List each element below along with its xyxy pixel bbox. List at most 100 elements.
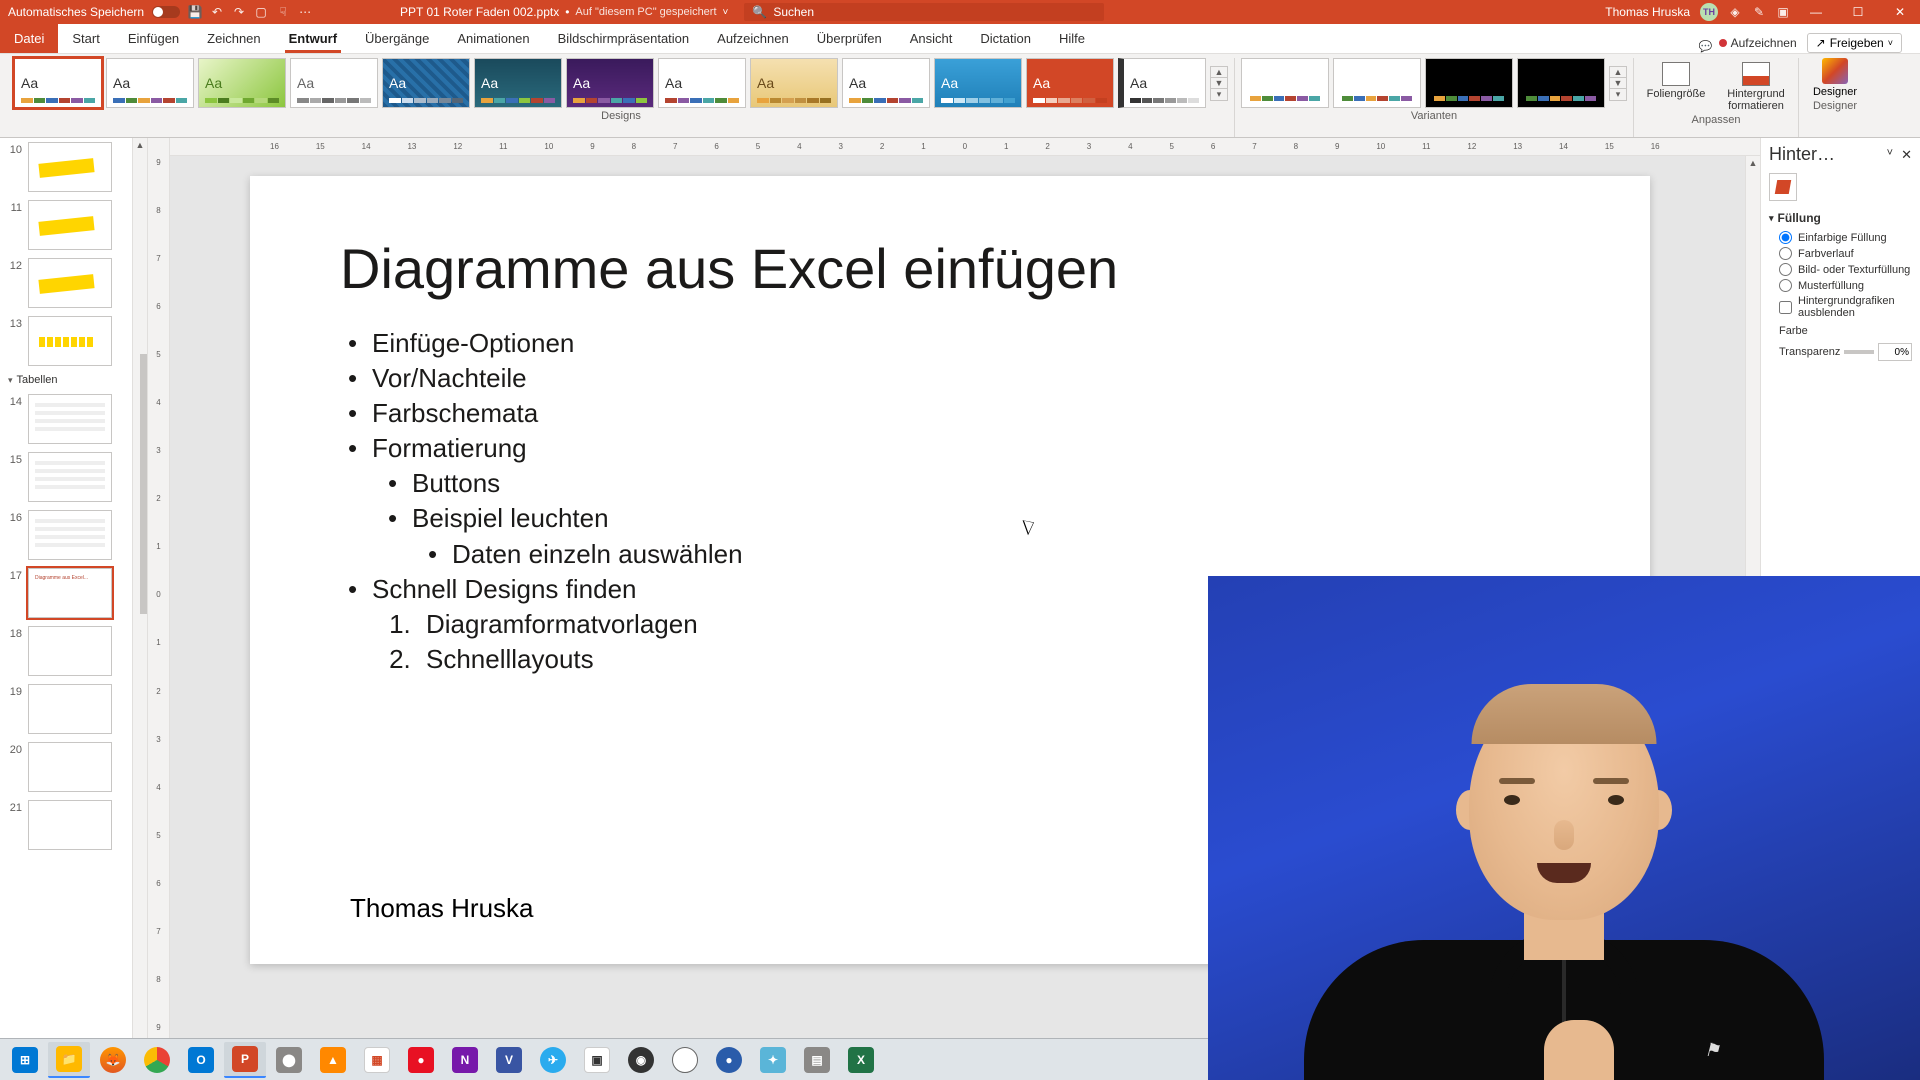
theme-thumb[interactable]: Aa (474, 58, 562, 108)
theme-thumb[interactable]: Aa (658, 58, 746, 108)
tab-bildschirmpräsentation[interactable]: Bildschirmpräsentation (544, 24, 704, 53)
gallery-down-icon[interactable]: ▼ (1211, 78, 1227, 89)
search-box[interactable]: 🔍 Suchen (744, 3, 1104, 21)
pane-close-icon[interactable]: ✕ (1901, 147, 1912, 163)
gallery-controls[interactable]: ▲▼▾ (1609, 66, 1627, 101)
onenote-button[interactable]: N (444, 1042, 486, 1078)
app-button[interactable] (664, 1042, 706, 1078)
tab-hilfe[interactable]: Hilfe (1045, 24, 1099, 53)
solid-fill-option[interactable]: Einfarbige Füllung (1779, 231, 1912, 244)
outlook-button[interactable]: O (180, 1042, 222, 1078)
obs-button[interactable]: ◉ (620, 1042, 662, 1078)
share-button[interactable]: ↗Freigeben˅ (1807, 33, 1902, 53)
numbered-item[interactable]: Diagramformatvorlagen (418, 607, 743, 642)
theme-thumb[interactable]: Aa (750, 58, 838, 108)
slide-panel-scrollbar[interactable]: ▲ ▼ (132, 138, 147, 1052)
tab-aufzeichnen[interactable]: Aufzeichnen (703, 24, 803, 53)
tab-ansicht[interactable]: Ansicht (896, 24, 967, 53)
save-icon[interactable]: 💾 (188, 5, 202, 19)
maximize-button[interactable]: ☐ (1842, 0, 1874, 24)
document-title[interactable]: PPT 01 Roter Faden 002.pptx • Auf "diese… (400, 5, 728, 19)
theme-thumb[interactable]: Aa (198, 58, 286, 108)
undo-icon[interactable]: ↶ (210, 5, 224, 19)
powerpoint-button[interactable]: P (224, 1042, 266, 1078)
theme-thumb[interactable]: Aa (290, 58, 378, 108)
record-button[interactable]: Aufzeichnen (1719, 36, 1797, 50)
radio-picture[interactable] (1779, 263, 1792, 276)
touch-mode-icon[interactable]: ☟ (276, 5, 290, 19)
tab-start[interactable]: Start (58, 24, 113, 53)
tab-übergänge[interactable]: Übergänge (351, 24, 443, 53)
file-explorer-button[interactable]: 📁 (48, 1042, 90, 1078)
autosave-toggle[interactable] (152, 6, 180, 18)
tab-überprüfen[interactable]: Überprüfen (803, 24, 896, 53)
app-button[interactable]: ✦ (752, 1042, 794, 1078)
slide-thumbnail-13[interactable]: 13 (0, 312, 132, 370)
slide-thumbnail-18[interactable]: 18 (0, 622, 132, 680)
slide-size-button[interactable]: Foliengröße (1640, 62, 1712, 100)
vlc-button[interactable]: ▲ (312, 1042, 354, 1078)
slide-thumbnail-11[interactable]: 11 (0, 196, 132, 254)
tab-animationen[interactable]: Animationen (443, 24, 543, 53)
variant-thumb[interactable] (1425, 58, 1513, 108)
visio-button[interactable]: V (488, 1042, 530, 1078)
pane-options-icon[interactable]: ˅ (1887, 147, 1893, 163)
gallery-up-icon[interactable]: ▲ (1610, 67, 1626, 78)
start-button[interactable]: ⊞ (4, 1042, 46, 1078)
close-button[interactable]: ✕ (1884, 0, 1916, 24)
variant-thumb[interactable] (1517, 58, 1605, 108)
radio-pattern[interactable] (1779, 279, 1792, 292)
chrome-button[interactable] (136, 1042, 178, 1078)
theme-thumb[interactable]: Aa (842, 58, 930, 108)
bullet-item[interactable]: Farbschemata (340, 396, 743, 431)
slide-thumbnail-10[interactable]: 10 (0, 138, 132, 196)
format-background-button[interactable]: Hintergrund formatieren (1720, 62, 1792, 112)
pen-icon[interactable]: ✎ (1752, 5, 1766, 19)
app-button[interactable]: ● (400, 1042, 442, 1078)
gallery-more-icon[interactable]: ▾ (1610, 89, 1626, 100)
theme-thumb[interactable]: Aa (1118, 58, 1206, 108)
variant-thumb[interactable] (1333, 58, 1421, 108)
bullet-item[interactable]: Einfüge-Optionen (340, 326, 743, 361)
scroll-up-icon[interactable]: ▲ (1746, 156, 1760, 170)
app-button[interactable]: ▤ (796, 1042, 838, 1078)
theme-thumb[interactable]: Aa (566, 58, 654, 108)
app-button[interactable]: ▦ (356, 1042, 398, 1078)
firefox-button[interactable]: 🦊 (92, 1042, 134, 1078)
bullet-item[interactable]: Beispiel leuchten (340, 501, 743, 536)
app-button[interactable]: ▣ (576, 1042, 618, 1078)
transparency-slider[interactable] (1844, 350, 1874, 354)
slide-thumbnail-15[interactable]: 15 (0, 448, 132, 506)
radio-gradient[interactable] (1779, 247, 1792, 260)
slide-thumbnail-12[interactable]: 12 (0, 254, 132, 312)
slide-body[interactable]: Einfüge-Optionen Vor/Nachteile Farbschem… (340, 326, 743, 677)
qat-more-icon[interactable]: ⋯ (298, 5, 312, 19)
tab-datei[interactable]: Datei (0, 24, 58, 53)
slide-thumbnail-21[interactable]: 21 (0, 796, 132, 854)
redo-icon[interactable]: ↷ (232, 5, 246, 19)
hide-bg-graphics-option[interactable]: Hintergrundgrafiken ausblenden (1779, 295, 1912, 319)
theme-thumb[interactable]: Aa (382, 58, 470, 108)
tab-entwurf[interactable]: Entwurf (275, 24, 351, 53)
slide-title[interactable]: Diagramme aus Excel einfügen (340, 236, 1118, 301)
window-layout-icon[interactable]: ▣ (1776, 5, 1790, 19)
tab-einfügen[interactable]: Einfügen (114, 24, 193, 53)
tab-zeichnen[interactable]: Zeichnen (193, 24, 274, 53)
theme-thumb[interactable]: Aa (934, 58, 1022, 108)
radio-solid[interactable] (1779, 231, 1792, 244)
scroll-up-icon[interactable]: ▲ (133, 138, 147, 152)
slide-thumbnail-17[interactable]: 17Diagramme aus Excel... (0, 564, 132, 622)
tab-dictation[interactable]: Dictation (966, 24, 1045, 53)
comments-icon[interactable]: 💬 (1693, 40, 1719, 53)
app-button[interactable]: ⬤ (268, 1042, 310, 1078)
picture-fill-option[interactable]: Bild- oder Texturfüllung (1779, 263, 1912, 276)
bullet-item[interactable]: Buttons (340, 466, 743, 501)
slide-thumbnail-20[interactable]: 20 (0, 738, 132, 796)
bullet-item[interactable]: Vor/Nachteile (340, 361, 743, 396)
gallery-down-icon[interactable]: ▼ (1610, 78, 1626, 89)
theme-thumb[interactable]: Aa (14, 58, 102, 108)
diamond-icon[interactable]: ◈ (1728, 5, 1742, 19)
transparency-value[interactable] (1878, 343, 1912, 361)
excel-button[interactable]: X (840, 1042, 882, 1078)
fill-section-header[interactable]: Füllung (1769, 211, 1912, 225)
